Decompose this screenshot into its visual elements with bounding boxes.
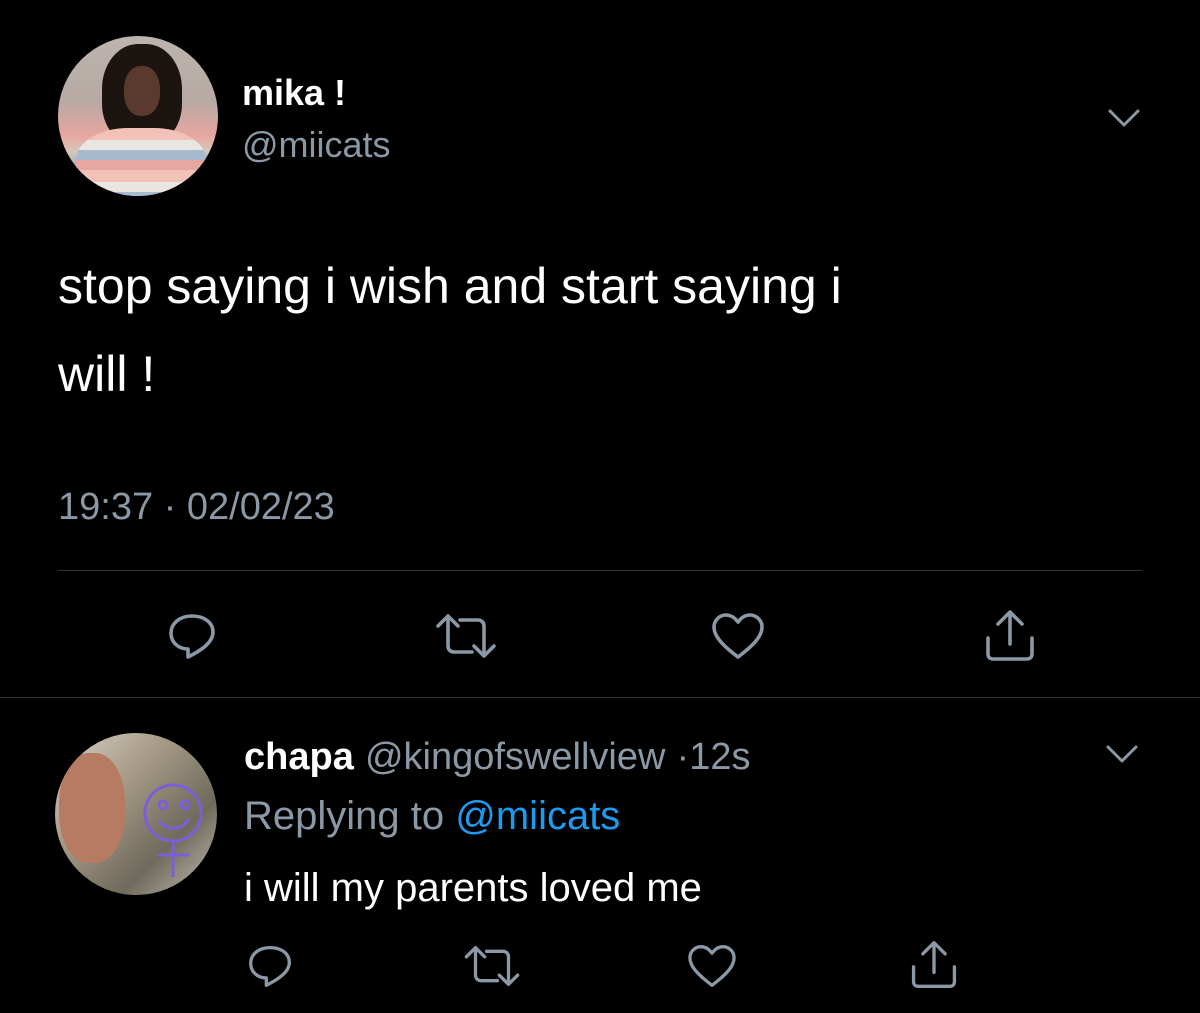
avatar-face [124,66,160,116]
avatar-sweater [76,128,206,196]
section-divider [0,697,1200,698]
tweet-divider [58,570,1142,571]
share-icon [986,610,1034,661]
tweet-text: stop saying i wish and start saying i wi… [58,242,1148,418]
share-icon [911,941,957,989]
reply-author-name[interactable]: chapa [244,736,354,778]
chevron-down-icon [1108,109,1140,127]
reply-like-button[interactable] [682,940,742,992]
author-avatar[interactable] [58,36,218,196]
replying-to: Replying to @miicats [244,794,620,839]
tweet-timestamp[interactable]: 19:37 · 02/02/23 [58,486,335,529]
heart-icon [688,945,736,987]
replying-to-label: Replying to [244,794,445,838]
chevron-down-icon [1106,745,1138,763]
reply-icon [169,614,215,659]
tweet-text-line-2: will ! [58,346,156,402]
retweet-icon [436,614,496,658]
heart-icon [712,613,764,659]
avatar-face [59,753,125,863]
smiley-doodle [143,783,203,877]
author-name[interactable]: mika ! [242,72,346,114]
reply-text: i will my parents loved me [244,866,702,910]
reply-author-handle[interactable]: @kingofswellview [365,736,665,778]
reply-share-button[interactable] [904,936,964,994]
reply-retweet-button[interactable] [460,940,524,992]
reply-more-options-button[interactable] [1102,734,1142,774]
tweet-text-line-1: stop saying i wish and start saying i [58,258,842,314]
reply-button[interactable] [160,608,224,664]
share-button[interactable] [978,606,1042,666]
retweet-icon [464,946,520,986]
retweet-button[interactable] [434,608,498,664]
like-button[interactable] [706,608,770,664]
reply-author-avatar[interactable] [55,733,217,895]
replying-to-handle[interactable]: @miicats [455,794,620,838]
reply-time-ago[interactable]: 12s [689,736,750,778]
reply-time-separator: · [676,736,690,778]
more-options-button[interactable] [1104,98,1144,138]
reply-header: chapa @kingofswellview ·12s [244,734,750,779]
reply-reply-button[interactable] [240,940,300,992]
author-handle[interactable]: @miicats [242,124,391,166]
reply-icon [249,945,291,987]
